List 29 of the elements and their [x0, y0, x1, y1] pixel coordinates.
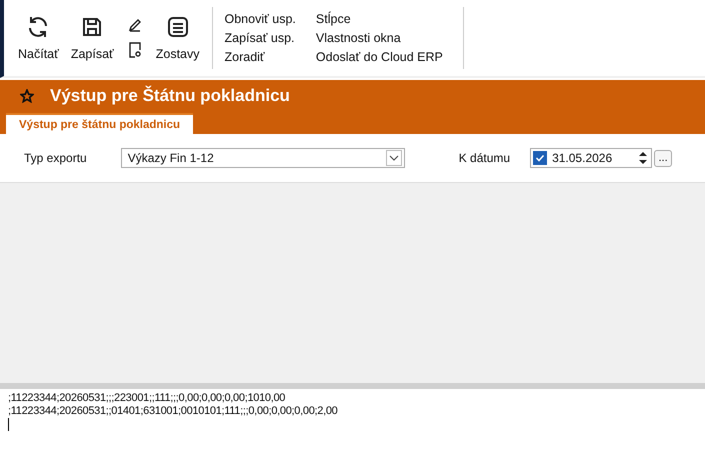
toolbar-menu-item[interactable]: Vlastnosti okna [316, 31, 443, 45]
browse-button[interactable]: ... [654, 150, 672, 166]
toolbar-icon-button[interactable] [128, 42, 142, 58]
toolbar-button[interactable]: Načítať [12, 9, 65, 67]
field-label: Typ exportu [24, 151, 87, 165]
list-icon [166, 15, 190, 39]
field-label: K dátumu [458, 151, 510, 165]
toolbar-menu-item[interactable]: Zapísať usp. [224, 31, 296, 45]
reports-button[interactable]: Zostavy [150, 9, 206, 67]
star-icon[interactable] [20, 89, 34, 103]
page-title: Výstup pre Štátnu pokladnicu [50, 86, 290, 106]
spin-arrows-icon[interactable] [637, 150, 650, 166]
toolbar-icon-button[interactable] [128, 18, 142, 32]
export-type-dropdown[interactable]: Výkazy Fin 1-12 [120, 148, 405, 168]
output-line: ;11223344;20260531;;01401;631001;0010101;111;;;0,00;0,00;0,00;2,00 [8, 405, 338, 418]
page-search-icon [128, 42, 142, 58]
check-icon [535, 153, 546, 163]
checkbox[interactable] [533, 151, 548, 165]
toolbar-menu-item[interactable]: Stĺpce [316, 12, 443, 26]
toolbar-menu-item[interactable]: Obnoviť usp. [224, 12, 296, 26]
output-line: ;11223344;20260531;;;223001;;111;;;0,00;0,00;0,00;1010,00 [8, 392, 286, 405]
output-text-area[interactable]: ;11223344;20260531;;;223001;;111;;;0,00;0,00;0,00;1010,00 ;11223344;20260531;;01401;631001;0010101;111;;;0,00;0,00;0,00;2,00 [0, 389, 705, 455]
toolbar-button[interactable]: Zapísať [64, 9, 120, 67]
date-field[interactable]: 31.05.2026 [530, 148, 652, 168]
tab[interactable]: Výstup pre štátnu pokladnicu [6, 113, 194, 134]
toolbar-menu-item[interactable]: Zoradiť [224, 50, 296, 64]
chevron-down-icon [386, 150, 402, 166]
pencil-icon [128, 18, 142, 32]
toolbar-menu-item[interactable]: Odoslať do Cloud ERP [316, 50, 443, 64]
